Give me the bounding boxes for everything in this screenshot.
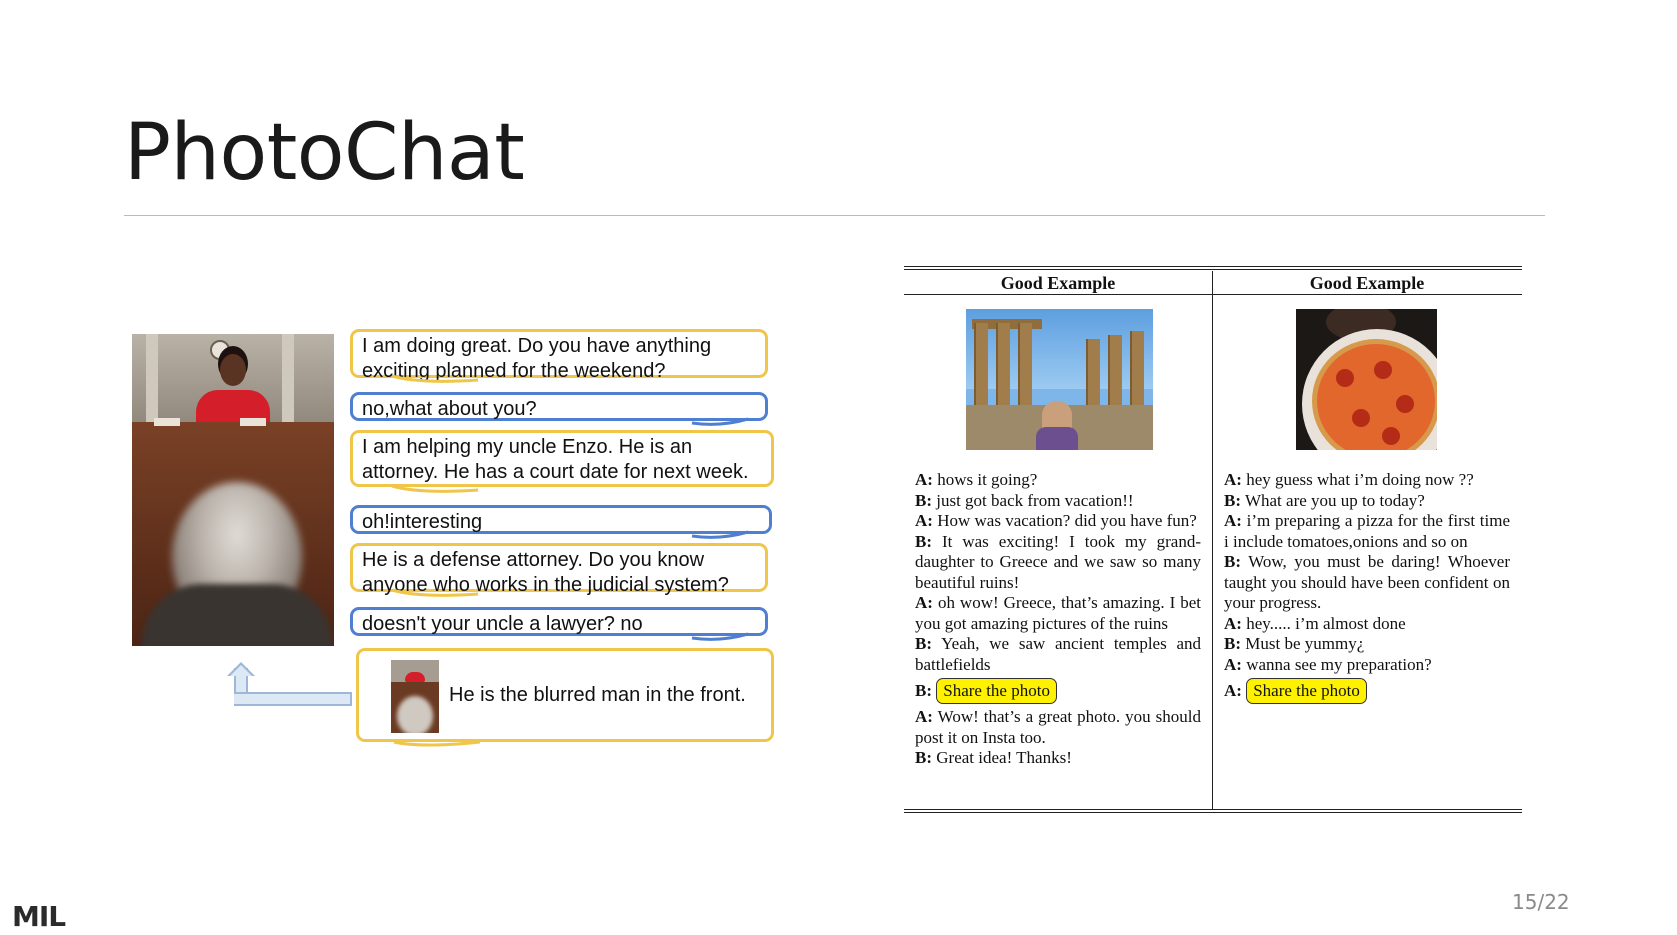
bubble-tail bbox=[391, 588, 479, 597]
bubble-tail bbox=[691, 417, 749, 426]
table-header-2: Good Example bbox=[1309, 273, 1425, 293]
dialog-line: B: Must be yummy¿ bbox=[1224, 634, 1365, 653]
bubble-tail bbox=[691, 530, 749, 539]
chat-bubble-1: I am doing great. Do you have anything e… bbox=[350, 329, 768, 382]
dialog-line: B: What are you up to today? bbox=[1224, 490, 1425, 510]
dialog-line: B: Share the photo bbox=[915, 675, 1201, 707]
bubble-text: I am doing great. Do you have anything bbox=[362, 335, 712, 357]
chat-bubble-5: He is a defense attorney. Do you know an… bbox=[350, 543, 768, 596]
dialog-line: B: Wow, you must be daring! Whoever taug… bbox=[1224, 552, 1510, 612]
greek-ruins-photo bbox=[966, 309, 1153, 450]
dialog-line: A: How was vacation? did you have fun? bbox=[915, 511, 1197, 530]
page-number: 15/22 bbox=[1512, 890, 1570, 914]
pizza-photo bbox=[1296, 309, 1437, 450]
dialog-col-1: A: hows it going? B: just got back from … bbox=[915, 470, 1201, 769]
dialog-line: A: Share the photo bbox=[1224, 675, 1510, 707]
dialog-line: A: oh wow! Greece, that’s amazing. I bet… bbox=[915, 593, 1201, 633]
dialog-line: B: It was exciting! I took my grand-daug… bbox=[915, 531, 1201, 592]
dialog-line: A: hey..... i’m almost done bbox=[1224, 613, 1406, 633]
chat-bubble-3: I am helping my uncle Enzo. He is an att… bbox=[350, 430, 774, 487]
dialog-line: A: hey guess what i’m doing now ?? bbox=[1224, 470, 1474, 489]
table-header-1: Good Example bbox=[1000, 273, 1116, 293]
dialog-line: B: Great idea! Thanks! bbox=[915, 748, 1072, 767]
courtroom-photo bbox=[132, 334, 334, 646]
share-photo-highlight: Share the photo bbox=[1246, 678, 1367, 704]
title-divider bbox=[124, 215, 1545, 216]
bubble-tail bbox=[391, 374, 479, 383]
bubble-tail bbox=[393, 740, 481, 747]
courtroom-thumbnail bbox=[391, 660, 439, 733]
bubble-tail bbox=[691, 632, 749, 641]
examples-table: Good Example Good Example A: hows it goi… bbox=[904, 266, 1522, 814]
dialog-line: B: just got back from vacation!! bbox=[915, 490, 1134, 510]
bubble-text: attorney. He has a court date for next w… bbox=[362, 461, 749, 483]
bubble-tail bbox=[391, 484, 479, 493]
dialog-line: B: Yeah, we saw ancient temples and batt… bbox=[915, 634, 1201, 674]
bubble-text: I am helping my uncle Enzo. He is an bbox=[362, 436, 693, 458]
bubble-text: He is a defense attorney. Do you know bbox=[362, 549, 705, 571]
dialog-line: A: wanna see my preparation? bbox=[1224, 654, 1432, 674]
bubble-text: He is the blurred man in the front. bbox=[449, 684, 746, 706]
dialog-line: A: Wow! that’s a great photo. you should… bbox=[915, 707, 1201, 747]
mil-logo: MIL bbox=[12, 900, 66, 933]
slide-title: PhotoChat bbox=[124, 108, 525, 198]
dialog-col-2: A: hey guess what i’m doing now ?? B: Wh… bbox=[1224, 470, 1510, 707]
dialog-line: A: hows it going? bbox=[915, 470, 1038, 489]
share-photo-highlight: Share the photo bbox=[936, 678, 1057, 704]
dialog-line: A: i’m preparing a pizza for the first t… bbox=[1224, 511, 1511, 551]
